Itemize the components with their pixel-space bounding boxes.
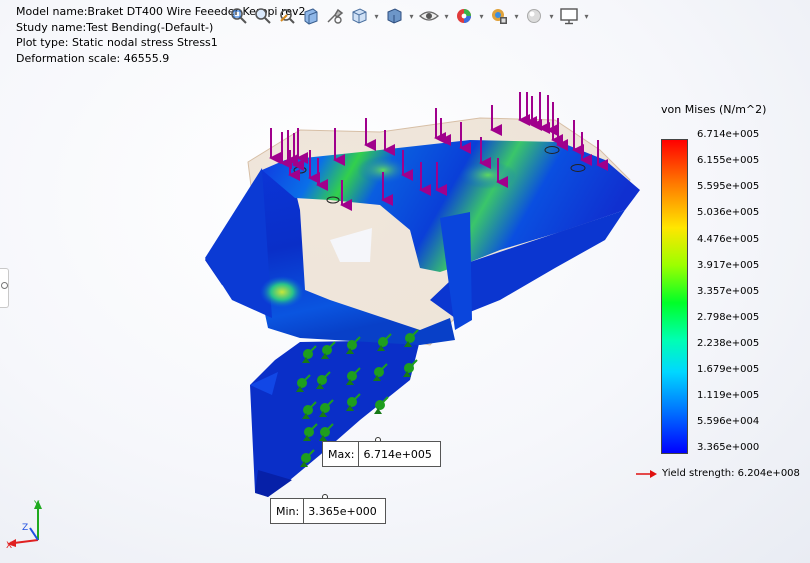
- legend-tick: 3.917e+005: [697, 260, 760, 271]
- yield-arrow-icon: [636, 469, 657, 478]
- legend-tick: 2.238e+005: [697, 338, 760, 349]
- min-value-probe: Min: 3.365e+000: [270, 498, 386, 524]
- legend-title: von Mises (N/m^2): [661, 103, 767, 116]
- stress-hotspot-deck-b: [460, 161, 516, 189]
- axis-triad: Y X Z: [6, 500, 42, 551]
- triad-x-label: X: [6, 541, 12, 551]
- legend-tick: 3.365e+000: [697, 442, 760, 453]
- legend-tick: 6.155e+005: [697, 155, 760, 166]
- max-probe-label: Max:: [323, 442, 360, 466]
- legend-tick: 5.036e+005: [697, 207, 760, 218]
- legend-tick: 3.357e+005: [697, 286, 760, 297]
- legend-tick: 2.798e+005: [697, 312, 760, 323]
- triad-z-label: Z: [22, 523, 28, 533]
- legend-tick: 5.596e+004: [697, 416, 760, 427]
- max-value-probe: Max: 6.714e+005: [322, 441, 441, 467]
- triad-y-label: Y: [33, 500, 40, 510]
- min-probe-label: Min:: [271, 499, 305, 523]
- legend-colorbar: [661, 139, 688, 454]
- legend-tick: 4.476e+005: [697, 234, 760, 245]
- legend-tick: 1.679e+005: [697, 364, 760, 375]
- stress-plot-viewport[interactable]: [0, 0, 640, 563]
- legend-tick: 5.595e+005: [697, 181, 760, 192]
- legend-tick: 6.714e+005: [697, 129, 760, 140]
- max-probe-value: 6.714e+005: [363, 447, 432, 461]
- lower-flange: [250, 340, 420, 497]
- legend-tick: 1.119e+005: [697, 390, 760, 401]
- yield-strength-label: Yield strength: 6.204e+008: [662, 468, 800, 479]
- stress-hotspot-bend: [260, 276, 304, 308]
- min-probe-value: 3.365e+000: [308, 504, 377, 518]
- stress-legend: von Mises (N/m^2) 6.714e+005 6.155e+005 …: [636, 0, 810, 563]
- yield-strength-indicator: Yield strength: 6.204e+008: [636, 468, 800, 479]
